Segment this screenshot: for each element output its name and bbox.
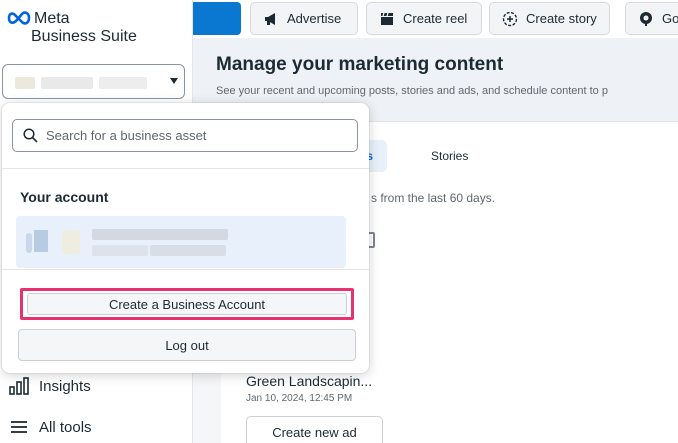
create-business-account-label: Create a Business Account	[108, 296, 266, 312]
megaphone-icon	[265, 12, 275, 25]
meta-infinity-icon	[7, 11, 31, 25]
create-new-ad-button[interactable]: Create new ad	[246, 416, 383, 443]
sidebar-item-insights[interactable]: Insights	[8, 374, 91, 398]
log-out-label: Log out	[165, 337, 209, 353]
sidebar-item-label: All tools	[39, 418, 92, 436]
post-date: Jan 10, 2024, 12:45 PM	[246, 393, 353, 404]
story-plus-icon	[502, 11, 518, 26]
divider	[2, 168, 369, 169]
post-title[interactable]: Green Landscapin...	[246, 373, 372, 389]
advertise-button[interactable]: Advertise	[250, 2, 358, 35]
blurred-account-name	[99, 77, 147, 89]
your-account-heading: Your account	[20, 189, 109, 205]
tab-stories[interactable]: Stories	[417, 140, 482, 172]
create-story-label: Create story	[526, 11, 597, 26]
asset-search-box[interactable]	[12, 119, 358, 152]
blurred-account-avatar	[62, 230, 80, 254]
blurred-account-avatar	[15, 77, 35, 89]
top-toolbar: Advertise Create reel Create story Go	[193, 0, 678, 38]
create-new-ad-label: Create new ad	[272, 425, 357, 440]
create-reel-label: Create reel	[403, 11, 468, 26]
highlight-annotation-box: Create a Business Account	[20, 288, 354, 320]
blurred-account-avatar	[34, 230, 48, 252]
clapperboard-icon	[381, 12, 393, 25]
account-switcher-dropdown: Your account Create a Business Account L…	[2, 103, 369, 373]
blurred-account-avatar	[26, 233, 32, 253]
page-subtitle: See your recent and upcoming posts, stor…	[216, 85, 608, 97]
caret-down-icon	[170, 78, 178, 84]
log-out-button[interactable]: Log out	[18, 329, 356, 361]
go-live-button[interactable]: Go	[625, 2, 678, 35]
meta-business-suite-logo[interactable]: Meta Business Suite	[6, 10, 186, 46]
account-selector[interactable]	[2, 64, 185, 99]
bar-chart-icon	[9, 377, 29, 395]
blurred-account-name	[92, 229, 228, 240]
create-post-button[interactable]	[193, 2, 241, 35]
tab-label: Stories	[431, 149, 469, 163]
logo-business-suite-text: Business Suite	[31, 28, 137, 45]
sidebar-item-all-tools[interactable]: All tools	[8, 415, 92, 439]
date-range-hint: s from the last 60 days.	[371, 191, 496, 205]
live-broadcast-icon	[640, 11, 652, 26]
create-story-button[interactable]: Create story	[489, 2, 610, 35]
go-live-label: Go	[662, 11, 678, 26]
blurred-account-detail	[150, 245, 226, 256]
create-business-account-button[interactable]: Create a Business Account	[27, 293, 347, 315]
logo-meta-text: Meta	[34, 10, 70, 27]
divider	[2, 269, 369, 270]
page-title: Manage your marketing content	[216, 54, 504, 75]
account-list-item[interactable]	[16, 216, 346, 268]
create-reel-button[interactable]: Create reel	[366, 2, 482, 35]
blurred-account-detail	[92, 245, 148, 256]
asset-search-input[interactable]	[46, 128, 346, 143]
blurred-account-name	[41, 77, 93, 89]
search-icon	[23, 128, 38, 143]
advertise-label: Advertise	[287, 11, 342, 26]
sidebar-item-label: Insights	[39, 377, 91, 395]
menu-icon	[11, 421, 27, 433]
